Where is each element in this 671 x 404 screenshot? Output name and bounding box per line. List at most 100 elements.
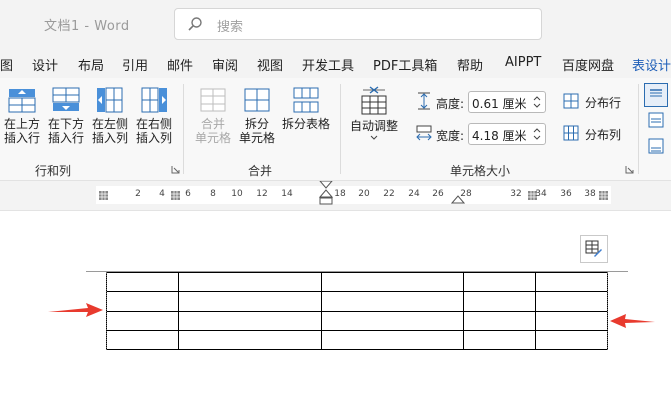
table-cell[interactable] (463, 310, 537, 331)
split-cells-icon (244, 88, 270, 112)
search-placeholder: 搜索 (217, 20, 244, 35)
table-cell[interactable] (463, 271, 537, 293)
tab-review[interactable]: 审阅 (212, 55, 238, 74)
ruler-number: 2 (135, 189, 141, 199)
table-cell[interactable] (106, 329, 179, 351)
red-arrow-right-icon (48, 303, 103, 317)
merge-cells-label-2: 单元格 (194, 131, 231, 145)
align-center-button[interactable] (648, 112, 664, 128)
spinner-arrows-icon[interactable] (533, 125, 541, 143)
ruler-number: 20 (358, 189, 370, 199)
tab-picture[interactable]: 图 (0, 55, 13, 74)
spinner-arrows-icon[interactable] (533, 93, 541, 111)
distribute-columns-icon (563, 125, 579, 141)
insert-right-button[interactable]: 在右侧 插入列 (134, 86, 174, 145)
tab-baidu-netdisk[interactable]: 百度网盘 (562, 55, 614, 74)
title-bar: 文档1 - Word 搜索 (0, 0, 671, 46)
insert-column-right-icon (141, 87, 167, 113)
tab-aippt[interactable]: AIPPT (505, 55, 541, 70)
insert-row-above-icon (8, 89, 36, 113)
tab-design[interactable]: 设计 (32, 55, 58, 74)
tab-developer[interactable]: 开发工具 (302, 55, 354, 74)
insert-right-label-2: 插入列 (135, 131, 172, 145)
insert-above-label-2: 插入行 (3, 131, 40, 145)
document-table[interactable] (106, 271, 608, 351)
indent-marker-icon[interactable] (318, 181, 334, 211)
align-center-icon (648, 112, 664, 128)
window-title: 文档1 - Word (44, 19, 130, 34)
column-width-input[interactable]: 4.18 厘米 (468, 123, 546, 145)
table-cell[interactable] (463, 291, 537, 312)
insert-below-label-1: 在下方 (47, 117, 84, 131)
ruler-number: 8 (210, 189, 216, 199)
table-cell[interactable] (320, 271, 465, 293)
table-cell[interactable] (535, 271, 608, 293)
ruler-number: 34 (535, 189, 547, 199)
row-height-input[interactable]: 0.61 厘米 (468, 91, 546, 113)
table-cell[interactable] (106, 310, 179, 331)
tab-table-design[interactable]: 表设计 (632, 55, 671, 74)
table-cell[interactable] (320, 329, 465, 351)
insert-above-button[interactable]: 在上方 插入行 (2, 86, 42, 145)
align-bottom-button[interactable] (648, 138, 664, 154)
table-cell[interactable] (320, 310, 465, 331)
table-cell[interactable] (106, 291, 179, 312)
split-cells-button[interactable]: 拆分 单元格 (235, 86, 279, 145)
tab-layout[interactable]: 布局 (78, 55, 104, 74)
ruler-number: 24 (408, 189, 420, 199)
tab-references[interactable]: 引用 (122, 55, 148, 74)
autofit-button[interactable]: 自动调整 (347, 86, 401, 141)
table-row (106, 271, 608, 293)
ruler-number: 4 (159, 189, 165, 199)
insert-below-button[interactable]: 在下方 插入行 (46, 86, 86, 145)
ruler-number: 32 (510, 189, 522, 199)
tab-view[interactable]: 视图 (257, 55, 283, 74)
dialog-launcher-icon[interactable] (171, 165, 180, 174)
insert-below-label-2: 插入行 (47, 131, 84, 145)
dialog-launcher-icon[interactable] (625, 165, 634, 174)
table-row (106, 310, 608, 331)
table-cell[interactable] (177, 271, 322, 293)
red-arrow-left-icon (610, 314, 655, 328)
split-table-label: 拆分表格 (281, 117, 330, 131)
split-table-button[interactable]: 拆分表格 (278, 86, 334, 131)
align-bottom-icon (648, 138, 664, 154)
table-cell[interactable] (177, 291, 322, 312)
insert-left-button[interactable]: 在左侧 插入列 (90, 86, 130, 145)
height-label: 高度: (436, 97, 465, 111)
ruler-number: 12 (256, 189, 268, 199)
row-height-icon (418, 92, 430, 110)
tab-mailings[interactable]: 邮件 (167, 55, 193, 74)
ruler-number: 18 (334, 189, 346, 199)
insert-above-label-1: 在上方 (3, 117, 40, 131)
tab-help[interactable]: 帮助 (457, 55, 483, 74)
ruler-scale[interactable]: 2 4 6 8 10 12 14 18 20 22 24 26 28 32 34… (96, 181, 611, 205)
distribute-rows-icon (563, 93, 579, 109)
merge-cells-button[interactable]: 合并 单元格 (191, 86, 235, 145)
tab-pdf-toolbox[interactable]: PDF工具箱 (373, 55, 437, 74)
table-cell[interactable] (320, 291, 465, 312)
table-cell[interactable] (535, 310, 608, 331)
ruler-column-marker-icon[interactable] (599, 191, 608, 200)
table-row (106, 291, 608, 312)
table-cell[interactable] (463, 329, 537, 351)
ruler-column-marker-icon[interactable] (171, 191, 180, 200)
table-cell[interactable] (106, 271, 179, 293)
insert-left-label-1: 在左侧 (91, 117, 128, 131)
ruler-number: 36 (560, 189, 572, 199)
group-separator (638, 84, 639, 174)
ribbon: 在上方 插入行 在下方 插入行 在左侧 插入列 在右侧 插入列 行和列 合并 单… (0, 78, 671, 181)
table-cell[interactable] (177, 310, 322, 331)
search-input[interactable]: 搜索 (174, 8, 542, 40)
table-cell[interactable] (535, 291, 608, 312)
autofit-label: 自动调整 (349, 119, 398, 133)
table-cell[interactable] (535, 329, 608, 351)
table-layout-options-button[interactable] (580, 235, 608, 263)
align-top-button[interactable] (644, 83, 668, 107)
chevron-down-icon (370, 135, 378, 140)
ruler-number: 14 (281, 189, 293, 199)
ruler-number: 22 (383, 189, 395, 199)
table-cell[interactable] (177, 329, 322, 351)
ruler-column-marker-icon[interactable] (99, 191, 108, 200)
layout-options-icon (585, 240, 602, 257)
